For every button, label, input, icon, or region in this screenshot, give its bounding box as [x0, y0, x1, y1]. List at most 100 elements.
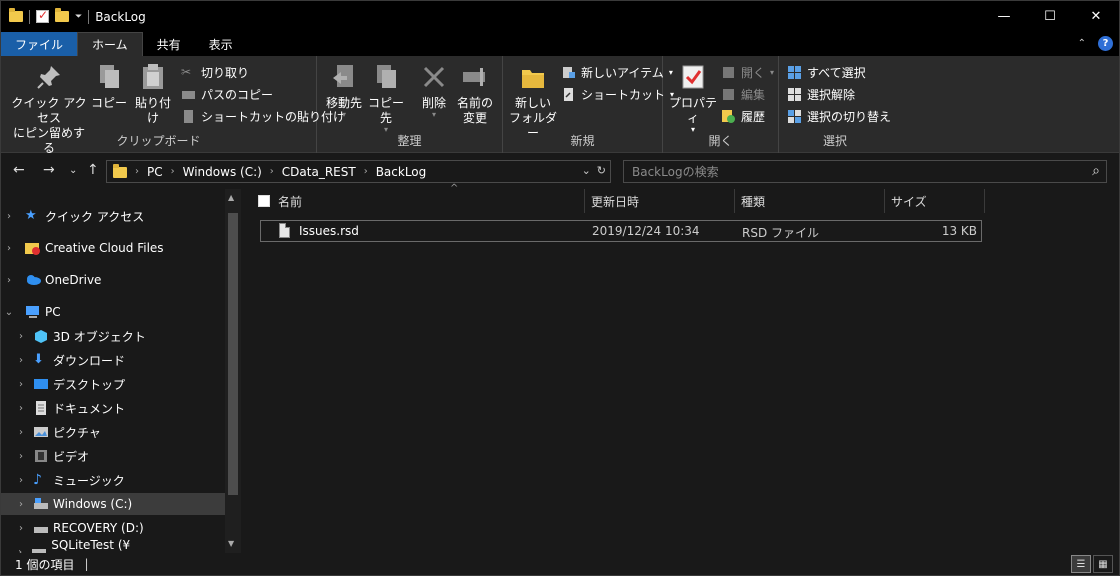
column-name[interactable]: ^ 名前: [278, 183, 585, 213]
delete-button[interactable]: 削除 ▾: [417, 62, 451, 119]
collapse-ribbon-icon[interactable]: ⌃: [1078, 38, 1086, 49]
properties-icon[interactable]: [36, 8, 49, 23]
expand-chevron-icon[interactable]: ›: [15, 499, 27, 510]
nav-music[interactable]: › ♪ ミュージック: [1, 469, 225, 491]
breadcrumb-pc[interactable]: PC: [147, 165, 163, 179]
breadcrumb-backlog[interactable]: BackLog: [376, 165, 427, 179]
nav-desktop[interactable]: › デスクトップ: [1, 373, 225, 395]
close-button[interactable]: ✕: [1073, 1, 1119, 32]
crumb-separator: ›: [135, 166, 139, 177]
expand-chevron-icon[interactable]: ›: [3, 211, 15, 222]
nav-downloads[interactable]: › ⬇ ダウンロード: [1, 349, 225, 371]
cut-button[interactable]: ✂ 切り取り: [181, 64, 249, 81]
open-button[interactable]: 開く ▾: [721, 64, 774, 81]
crumb-separator: ›: [269, 166, 274, 177]
tab-share[interactable]: 共有: [143, 32, 195, 56]
recent-locations-icon[interactable]: ⌄: [69, 165, 77, 176]
refresh-icon[interactable]: ↻: [597, 164, 606, 177]
copy-icon: [94, 62, 124, 92]
search-input[interactable]: BackLogの検索 ⌕: [623, 160, 1107, 183]
select-all-checkbox[interactable]: [258, 195, 270, 207]
rename-label-1: 名前の: [456, 96, 493, 110]
new-folder-button[interactable]: 新しい フォルダー: [509, 62, 557, 141]
tab-file[interactable]: ファイル: [1, 32, 78, 56]
nav-sqlitetest-z[interactable]: › SQLiteTest (¥¥192.168.11.10) (Z:): [1, 538, 225, 553]
column-size[interactable]: サイズ: [885, 189, 985, 213]
address-dropdown-icon[interactable]: ⌄: [582, 164, 591, 177]
select-all-button[interactable]: すべて選択: [787, 64, 866, 81]
copy-button[interactable]: コピー: [91, 62, 127, 111]
easy-access-button[interactable]: ショートカット ▾: [561, 86, 674, 103]
customize-toolbar-icon[interactable]: ⏷: [75, 12, 82, 22]
nav-quick-access[interactable]: › ★ クイック アクセス: [1, 205, 225, 227]
expand-chevron-icon[interactable]: ›: [15, 331, 27, 342]
invert-selection-icon: [787, 109, 802, 124]
nav-scrollbar[interactable]: ▲ ▼: [225, 189, 241, 553]
scroll-thumb[interactable]: [228, 213, 238, 495]
window-title: BackLog: [95, 9, 146, 24]
search-icon: ⌕: [1092, 163, 1100, 179]
nav-documents[interactable]: › ドキュメント: [1, 397, 225, 419]
navigation-bar: ← → ⌄ ↑ › PC › Windows (C:) › CData_REST…: [1, 153, 1119, 189]
breadcrumb-windows-c[interactable]: Windows (C:): [183, 165, 262, 179]
move-to-label: 移動先: [325, 96, 362, 110]
nav-windows-c[interactable]: › Windows (C:): [1, 493, 225, 515]
help-icon[interactable]: ?: [1098, 36, 1113, 51]
expand-chevron-icon[interactable]: ›: [15, 523, 27, 534]
nav-pictures[interactable]: › ピクチャ: [1, 421, 225, 443]
divider: [29, 9, 30, 24]
dropdown-arrow-icon: ▾: [341, 110, 346, 119]
video-icon: [33, 449, 49, 463]
nav-label: PC: [45, 305, 61, 319]
tab-home[interactable]: ホーム: [77, 32, 143, 56]
edit-button[interactable]: 編集: [721, 86, 765, 103]
move-to-button[interactable]: 移動先 ▾: [323, 62, 365, 119]
expand-chevron-icon[interactable]: ›: [15, 451, 27, 462]
column-type[interactable]: 種類: [735, 189, 885, 213]
expand-chevron-icon[interactable]: ›: [15, 475, 27, 486]
rename-button[interactable]: 名前の 変更: [455, 62, 495, 126]
nav-creative-cloud[interactable]: › Creative Cloud Files: [1, 237, 225, 259]
nav-videos[interactable]: › ビデオ: [1, 445, 225, 467]
maximize-button[interactable]: ☐: [1027, 1, 1073, 32]
copy-path-button[interactable]: パスのコピー: [181, 86, 273, 103]
forward-arrow-icon[interactable]: →: [43, 162, 55, 178]
new-item-button[interactable]: 新しいアイテム ▾: [561, 64, 673, 81]
properties-button[interactable]: プロパティ ▾: [667, 62, 719, 134]
nav-onedrive[interactable]: › OneDrive: [1, 269, 225, 291]
history-button[interactable]: 履歴: [721, 108, 765, 125]
invert-selection-button[interactable]: 選択の切り替え: [787, 108, 891, 125]
collapse-chevron-icon[interactable]: ⌄: [3, 307, 15, 318]
up-arrow-icon[interactable]: ↑: [87, 162, 99, 178]
select-none-button[interactable]: 選択解除: [787, 86, 855, 103]
large-icons-view-icon[interactable]: ▦: [1093, 555, 1113, 573]
table-row[interactable]: Issues.rsd 2019/12/24 10:34 RSD ファイル 13 …: [260, 220, 982, 242]
scroll-up-icon[interactable]: ▲: [228, 193, 234, 202]
new-group: 新しい フォルダー 新しいアイテム ▾ ショートカット ▾ 新規: [503, 56, 674, 153]
nav-pc[interactable]: ⌄ PC: [1, 301, 225, 323]
copy-to-button[interactable]: コピー先 ▾: [365, 62, 407, 134]
scroll-down-icon[interactable]: ▼: [228, 539, 234, 548]
details-view-icon[interactable]: ☰: [1071, 555, 1091, 573]
expand-chevron-icon[interactable]: ›: [15, 403, 27, 414]
column-modified[interactable]: 更新日時: [585, 189, 735, 213]
tab-view[interactable]: 表示: [195, 32, 247, 56]
clipboard-group-label: クリップボード: [116, 134, 201, 148]
expand-chevron-icon[interactable]: ›: [15, 379, 27, 390]
download-arrow-icon: ⬇: [33, 352, 44, 367]
crumb-separator: ›: [363, 166, 368, 177]
back-arrow-icon[interactable]: ←: [13, 162, 25, 178]
nav-3d-objects[interactable]: › 3D オブジェクト: [1, 325, 225, 347]
properties-icon: [678, 62, 708, 92]
breadcrumb-cdata-rest[interactable]: CData_REST: [282, 165, 356, 179]
expand-chevron-icon[interactable]: ›: [15, 355, 27, 366]
expand-chevron-icon[interactable]: ›: [15, 427, 27, 438]
paste-button[interactable]: 貼り付け: [131, 62, 175, 126]
address-bar[interactable]: › PC › Windows (C:) › CData_REST › BackL…: [106, 160, 611, 183]
nav-recovery-d[interactable]: › RECOVERY (D:): [1, 517, 225, 539]
minimize-button[interactable]: —: [981, 1, 1027, 32]
expand-chevron-icon[interactable]: ›: [3, 275, 15, 286]
expand-chevron-icon[interactable]: ›: [3, 243, 15, 254]
column-modified-label: 更新日時: [591, 194, 640, 209]
new-folder-icon[interactable]: [55, 8, 69, 22]
